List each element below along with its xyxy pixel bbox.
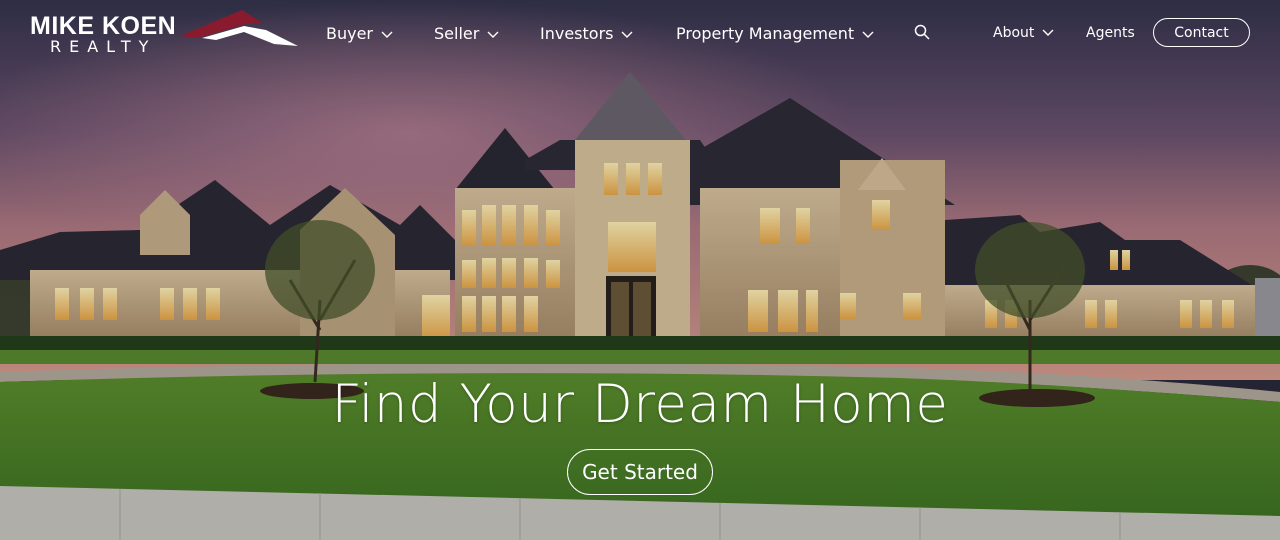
nav-item-property-management[interactable]: Property Management [676, 20, 874, 46]
search-icon[interactable] [914, 24, 932, 42]
nav-item-agents[interactable]: Agents [1086, 20, 1135, 46]
brand-name-bottom: REALTY [50, 37, 157, 56]
nav-label-buyer: Buyer [326, 23, 374, 43]
nav-item-investors[interactable]: Investors [540, 20, 633, 46]
nav-label-seller: Seller [434, 23, 480, 43]
nav-label-about: About [993, 25, 1035, 41]
get-started-button[interactable]: Get Started [567, 449, 713, 495]
hero-headline: Find Your Dream Home [331, 374, 949, 435]
contact-button[interactable]: Contact [1153, 18, 1250, 47]
chevron-down-icon [1042, 25, 1054, 41]
site-header: MIKE KOEN REALTY Buyer Seller Investors [0, 0, 1280, 64]
chevron-down-icon [381, 24, 393, 43]
chevron-down-icon [621, 24, 633, 43]
brand-logo[interactable]: MIKE KOEN REALTY [30, 10, 298, 58]
chevron-down-icon [487, 24, 499, 43]
chevron-down-icon [862, 24, 874, 43]
roof-logo-icon [180, 10, 298, 46]
nav-item-buyer[interactable]: Buyer [326, 20, 393, 46]
nav-item-about[interactable]: About [993, 20, 1054, 46]
nav-label-property-management: Property Management [676, 23, 855, 43]
nav-label-agents: Agents [1086, 25, 1135, 41]
nav-label-investors: Investors [540, 23, 614, 43]
nav-item-seller[interactable]: Seller [434, 20, 499, 46]
